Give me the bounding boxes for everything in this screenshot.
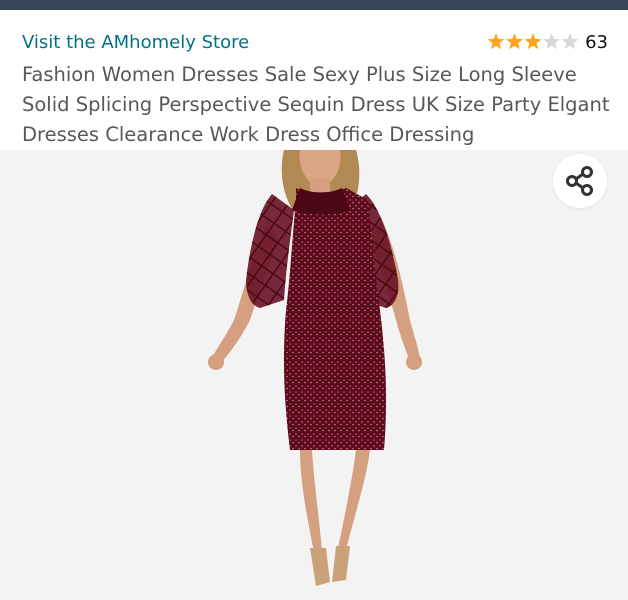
top-bar xyxy=(0,0,628,10)
star xyxy=(487,33,505,50)
star xyxy=(543,33,561,50)
share-button[interactable] xyxy=(553,154,607,208)
product-title: Fashion Women Dresses Sale Sexy Plus Siz… xyxy=(22,63,610,146)
product-header: Visit the AMhomely Store 63 Fashion Wome… xyxy=(0,10,628,150)
rating-summary[interactable]: 63 xyxy=(487,31,608,53)
product-image[interactable] xyxy=(0,150,628,600)
product-image-area[interactable] xyxy=(0,150,628,600)
rating-count[interactable]: 63 xyxy=(585,32,608,53)
star-rating xyxy=(487,31,579,53)
visit-store-link[interactable]: Visit the AMhomely Store xyxy=(22,32,249,53)
star xyxy=(561,33,579,50)
star xyxy=(524,33,542,50)
share-icon xyxy=(566,166,593,196)
star-rating-icon xyxy=(487,33,579,50)
star xyxy=(506,33,524,50)
